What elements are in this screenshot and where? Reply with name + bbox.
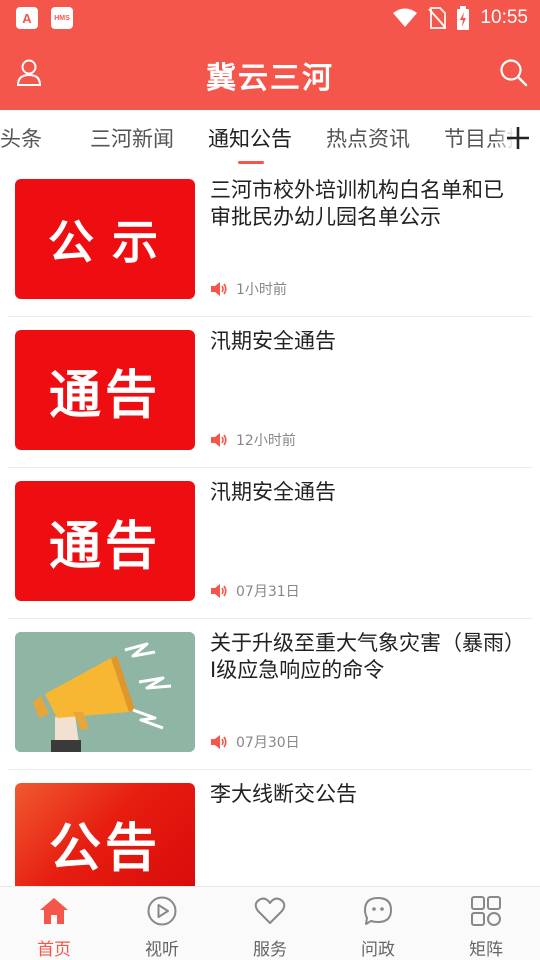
active-tab-indicator xyxy=(238,161,264,164)
page-title: 冀云三河 xyxy=(206,61,334,96)
nav-label: 矩阵 xyxy=(469,940,503,960)
news-item[interactable]: 关于升级至重大气象灾害（暴雨）Ⅰ级应急响应的命令 07月30日 xyxy=(0,619,540,770)
news-title[interactable]: 三河市校外培训机构白名单和已审批民办幼儿园名单公示 xyxy=(210,177,520,231)
news-item[interactable]: 公示 三河市校外培训机构白名单和已审批民办幼儿园名单公示 1小时前 xyxy=(0,166,540,317)
news-time: 1小时前 xyxy=(236,282,287,298)
news-thumbnail: 通告 xyxy=(15,481,195,601)
nav-politics[interactable]: 问政 xyxy=(324,887,432,960)
grid-icon xyxy=(471,896,501,926)
chat-bubble-icon xyxy=(364,897,392,925)
tab-hot-news[interactable]: 热点资讯 xyxy=(326,123,410,153)
news-thumbnail: 公示 xyxy=(15,179,195,299)
tab-bar: 冀云头条 三河新闻 通知公告 热点资讯 节目点播 xyxy=(0,110,540,166)
news-meta: 12小时前 xyxy=(210,429,296,451)
news-list: 公示 三河市校外培训机构白名单和已审批民办幼儿园名单公示 1小时前 通告 汛期安… xyxy=(0,166,540,886)
no-sim-icon xyxy=(428,7,447,29)
thumbnail-text: 公示 xyxy=(48,215,176,269)
home-icon xyxy=(40,898,68,924)
nav-service[interactable]: 服务 xyxy=(216,887,324,960)
tab-headlines[interactable]: 冀云头条 xyxy=(0,123,42,153)
news-item[interactable]: 通告 汛期安全通告 12小时前 xyxy=(0,317,540,468)
plus-icon[interactable] xyxy=(502,122,534,154)
app-a-icon: A xyxy=(16,7,38,29)
speaker-icon xyxy=(211,282,227,296)
nav-home[interactable]: 首页 xyxy=(0,887,108,960)
nav-label: 服务 xyxy=(253,940,287,960)
news-time: 07月31日 xyxy=(236,584,300,600)
bottom-nav: 首页 视听 服务 问政 矩阵 xyxy=(0,886,540,960)
speaker-icon xyxy=(211,584,227,598)
nav-label: 视听 xyxy=(145,940,179,960)
megaphone-illustration xyxy=(15,632,195,752)
nav-label: 问政 xyxy=(361,940,395,960)
hms-icon: HMS xyxy=(51,7,73,29)
nav-media[interactable]: 视听 xyxy=(108,887,216,960)
news-thumbnail: 通告 xyxy=(15,330,195,450)
speaker-icon xyxy=(211,433,227,447)
app-header: 冀云三河 xyxy=(0,36,540,110)
speaker-icon xyxy=(211,735,227,749)
news-time: 12小时前 xyxy=(236,433,296,449)
thumbnail-text: 通告 xyxy=(48,515,161,577)
news-time: 07月30日 xyxy=(236,735,300,751)
news-meta: 07月31日 xyxy=(210,580,300,602)
megaphone-icon xyxy=(15,632,195,752)
play-icon xyxy=(147,896,177,926)
news-meta: 1小时前 xyxy=(210,278,287,300)
search-icon[interactable] xyxy=(498,57,528,87)
news-meta: 07月30日 xyxy=(210,731,300,753)
news-title[interactable]: 汛期安全通告 xyxy=(210,328,520,355)
nav-label: 首页 xyxy=(37,940,71,960)
tab-sanhe-news[interactable]: 三河新闻 xyxy=(90,123,174,153)
news-item[interactable]: 通告 汛期安全通告 07月31日 xyxy=(0,468,540,619)
clock: 10:55 xyxy=(480,7,528,28)
tab-notices[interactable]: 通知公告 xyxy=(208,123,292,153)
news-item[interactable]: 公告 李大线断交公告 xyxy=(0,770,540,886)
wifi-icon xyxy=(393,8,418,27)
battery-charging-icon xyxy=(457,6,470,30)
news-title[interactable]: 李大线断交公告 xyxy=(210,781,520,808)
news-title[interactable]: 关于升级至重大气象灾害（暴雨）Ⅰ级应急响应的命令 xyxy=(210,630,520,684)
thumbnail-text: 通告 xyxy=(48,364,161,426)
news-title[interactable]: 汛期安全通告 xyxy=(210,479,520,506)
nav-matrix[interactable]: 矩阵 xyxy=(432,887,540,960)
thumbnail-text: 公告 xyxy=(48,817,161,879)
status-bar: A HMS 10:55 xyxy=(0,0,540,36)
news-thumbnail: 公告 xyxy=(15,783,195,886)
heart-icon xyxy=(254,897,286,924)
